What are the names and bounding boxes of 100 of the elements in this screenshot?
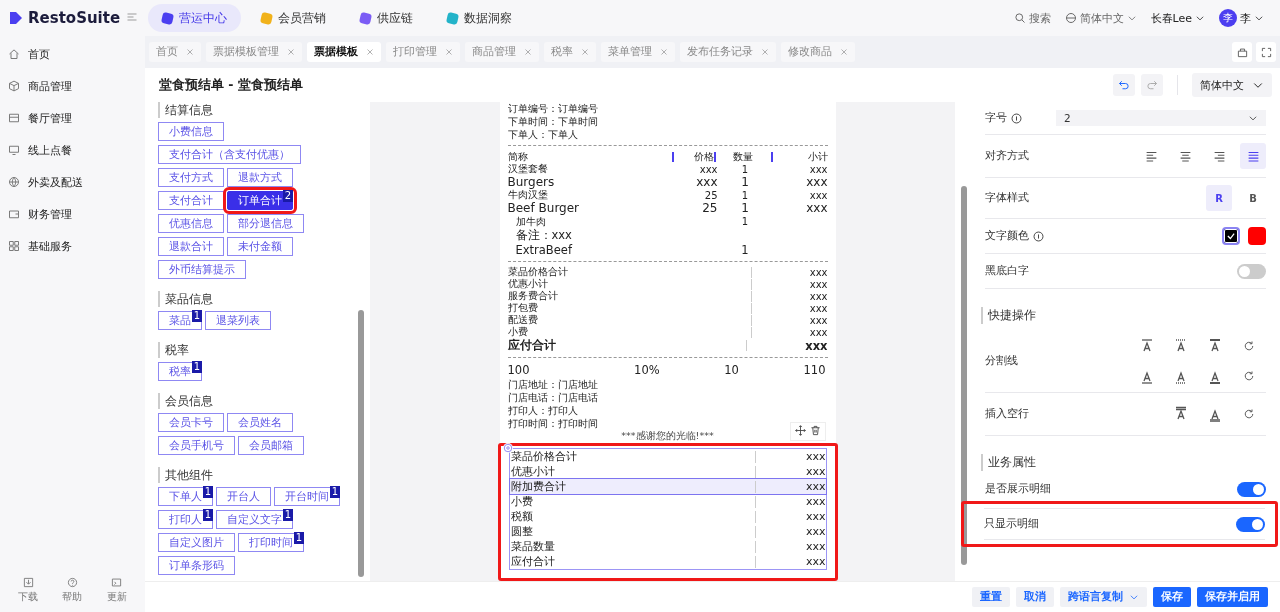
action-button[interactable]: 保存并启用 (1197, 587, 1268, 607)
component-chip[interactable]: 会员姓名 (227, 413, 293, 432)
building-icon (1236, 46, 1248, 58)
count-badge: 1 (191, 361, 202, 373)
page-tab[interactable]: 票据模板 (307, 42, 381, 62)
font-style-option[interactable]: R (1206, 185, 1232, 211)
undo-button[interactable] (1113, 74, 1135, 96)
action-button[interactable]: 重置 (972, 587, 1010, 607)
search-link[interactable]: 搜索 (1028, 10, 1051, 26)
component-chip[interactable]: 退款合计 (158, 237, 224, 256)
sidebar-item[interactable]: 首页 (28, 46, 50, 62)
sidebar-item[interactable]: 财务管理 (28, 206, 72, 222)
brand-name: RestoSuite (28, 9, 121, 27)
component-chip[interactable]: 订单条形码 (158, 556, 235, 575)
page-tab[interactable]: 票据模板管理 (206, 42, 302, 62)
sidebar-item[interactable]: 外卖及配送 (28, 174, 83, 190)
component-chip[interactable]: 税率 1 (158, 362, 202, 381)
component-chip[interactable]: 部分退信息 (227, 214, 304, 233)
item-qty: 1 (740, 243, 750, 258)
component-chip[interactable]: 自定义文字 1 (216, 510, 293, 529)
sidebar-item[interactable]: 基础服务 (28, 238, 72, 254)
top-nav-item[interactable]: 数据洞察 (433, 4, 526, 32)
language-menu[interactable]: 简体中文 (1079, 10, 1124, 26)
component-chip[interactable]: 打印人 1 (158, 510, 213, 529)
component-chip[interactable]: 菜品 1 (158, 311, 202, 330)
component-chip[interactable]: 支付合计 (158, 191, 224, 210)
component-chip[interactable]: 小费信息 (158, 122, 224, 141)
close-icon (524, 48, 532, 56)
component-chip[interactable]: 自定义图片 (158, 533, 235, 552)
column-handle[interactable] (671, 151, 674, 162)
selected-block[interactable]: 菜品价格合计 xxx 优惠小计 xxx 附加费合计 xxx 小费 xxx 税额 xxx 圆整 xxx 菜品数量 xxx 应付合计 xxx (508, 448, 827, 570)
total-value: xxx (805, 338, 828, 353)
total-value: xxx (809, 326, 828, 338)
component-chip[interactable]: 未付金额 (227, 237, 293, 256)
page-tab[interactable]: 首页 (149, 42, 201, 62)
page-tab[interactable]: 税率 (544, 42, 596, 62)
action-button[interactable]: 跨语言复制 (1060, 587, 1147, 607)
component-chip[interactable]: 开台人 (216, 487, 271, 506)
chevron-down-icon (1254, 13, 1264, 23)
color-swatch[interactable] (1222, 227, 1240, 245)
group-title: 结算信息 (158, 102, 354, 118)
count-badge: 2 (282, 190, 293, 202)
component-chip[interactable]: 会员卡号 (158, 413, 224, 432)
column-handle[interactable] (770, 151, 773, 162)
page-tab[interactable]: 发布任务记录 (680, 42, 776, 62)
component-chip[interactable]: 优惠信息 (158, 214, 224, 233)
item-qty: 1 (740, 201, 750, 215)
component-chip[interactable]: 支付合计（含支付优惠） (158, 145, 301, 164)
component-chip[interactable]: 会员邮箱 (238, 436, 304, 455)
color-swatch[interactable] (1248, 227, 1266, 245)
sidebar-item[interactable]: 餐厅管理 (28, 110, 72, 126)
component-chip[interactable]: 下单人 1 (158, 487, 213, 506)
component-chip[interactable]: 支付方式 (158, 168, 224, 187)
page-tab[interactable]: 修改商品 (781, 42, 855, 62)
user-avatar[interactable]: 李 (1219, 9, 1237, 27)
component-chip[interactable]: 退菜列表 (205, 311, 271, 330)
receipt-line: 下单人：下单人 (507, 128, 579, 141)
receipt-line: 下单时间：下单时间 (507, 115, 599, 128)
font-style-option[interactable]: B (1240, 185, 1266, 211)
user-menu[interactable]: 李 (1240, 10, 1251, 26)
sidebar-footer-link[interactable]: 下载 (18, 590, 39, 604)
item-qty: 1 (740, 175, 750, 189)
count-badge: 1 (202, 486, 213, 498)
component-chip[interactable]: 会员手机号 (158, 436, 235, 455)
store-menu[interactable]: 长春Lee (1150, 10, 1192, 26)
block-row-value: xxx (805, 555, 826, 568)
property-label: 黑底白字 (985, 264, 1029, 278)
top-nav-item[interactable]: 营运中心 (148, 4, 241, 32)
item-name: Beef Burger (507, 201, 581, 215)
group-title: 菜品信息 (158, 291, 354, 307)
toggle-switch[interactable] (1237, 481, 1266, 497)
sidebar-item[interactable]: 商品管理 (28, 78, 72, 94)
page-tab[interactable]: 菜单管理 (601, 42, 675, 62)
language-select[interactable]: 简体中文 (1192, 73, 1272, 97)
page-tab[interactable]: 商品管理 (465, 42, 539, 62)
component-chip[interactable]: 外币结算提示 (158, 260, 246, 279)
sidebar-footer-link[interactable]: 更新 (106, 590, 127, 604)
block-row-value: xxx (805, 465, 826, 478)
column-header: 简称 (507, 149, 529, 164)
column-handle[interactable] (713, 151, 716, 162)
move-handle[interactable] (794, 424, 806, 438)
component-chip[interactable]: 开台时间 1 (274, 487, 340, 506)
receipt-line: 订单编号：订单编号 (507, 102, 599, 115)
delete-button[interactable] (809, 424, 821, 438)
action-button[interactable]: 取消 (1016, 587, 1054, 607)
page-tab[interactable]: 打印管理 (386, 42, 460, 62)
font-size-select[interactable]: 2 (1056, 110, 1266, 126)
sidebar-footer-link[interactable]: 帮助 (62, 590, 83, 604)
toggle-switch[interactable] (1237, 263, 1266, 279)
fullscreen-button[interactable] (1256, 42, 1276, 62)
toggle-switch[interactable] (1236, 516, 1265, 532)
action-button[interactable]: 保存 (1153, 587, 1191, 607)
sidebar-item[interactable]: 线上点餐 (28, 142, 72, 158)
align-option[interactable] (1240, 143, 1266, 169)
component-chip[interactable]: 退款方式 (227, 168, 293, 187)
receipt-line: 门店电话：门店电话 (507, 390, 599, 404)
top-nav-item[interactable]: 会员营销 (247, 4, 340, 32)
item-price: 25 (703, 189, 718, 201)
component-chip[interactable]: 打印时间 1 (238, 533, 304, 552)
top-nav-item[interactable]: 供应链 (346, 4, 427, 32)
